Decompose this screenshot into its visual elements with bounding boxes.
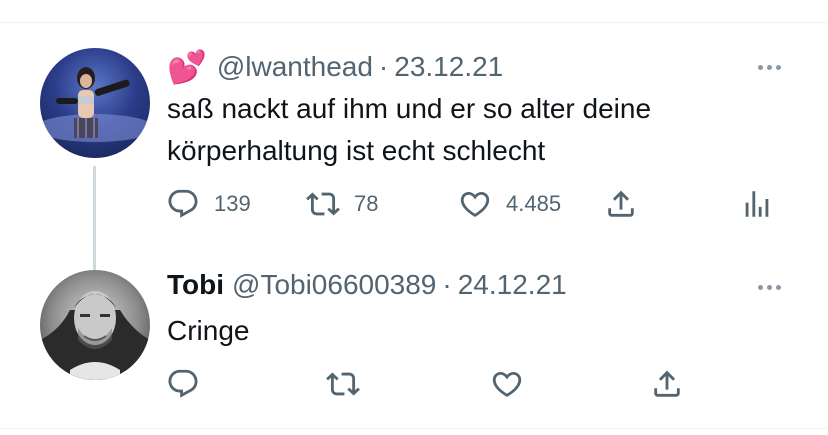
reply-icon	[166, 367, 200, 401]
reply-count: 139	[214, 191, 251, 216]
tweet-text-line: saß nackt auf ihm und er so alter deine	[167, 93, 652, 124]
handle[interactable]: @Tobi06600389	[232, 269, 436, 301]
dot-icon	[757, 64, 763, 70]
tweet-date[interactable]: 23.12.21	[394, 51, 503, 83]
tweet[interactable]: 💕 @lwanthead · 23.12.21 saß nackt auf ih…	[0, 40, 828, 300]
retweet-button[interactable]	[326, 367, 360, 401]
tweet-date[interactable]: 24.12.21	[458, 269, 567, 301]
tweet-header: Tobi @Tobi06600389 · 24.12.21	[167, 268, 567, 302]
share-icon	[604, 187, 638, 221]
heart-icon	[490, 367, 524, 401]
tweet-actions: 139 78 4.485	[160, 184, 800, 224]
avatar[interactable]	[40, 270, 150, 380]
tweet-text: saß nackt auf ihm und er so alter deine …	[167, 88, 767, 172]
retweet-icon	[306, 187, 340, 221]
share-button[interactable]	[650, 367, 684, 401]
dot-icon	[766, 284, 772, 290]
like-button[interactable]	[490, 367, 524, 401]
share-icon	[650, 367, 684, 401]
more-options-icon[interactable]	[754, 62, 784, 72]
like-count: 4.485	[506, 191, 562, 216]
avatar[interactable]	[40, 48, 150, 158]
top-divider	[0, 22, 828, 23]
reply-icon	[166, 187, 200, 221]
dot-icon	[757, 284, 763, 290]
more-options-icon[interactable]	[754, 282, 784, 292]
tweet-text-line: körperhaltung ist echt schlecht	[167, 135, 546, 166]
like-button[interactable]: 4.485	[458, 187, 561, 221]
share-button[interactable]	[604, 187, 638, 221]
reply-button[interactable]: 139	[166, 187, 251, 221]
tweet-actions	[160, 364, 800, 404]
heart-icon	[458, 187, 492, 221]
analytics-button[interactable]	[740, 187, 774, 221]
tweet-header: 💕 @lwanthead · 23.12.21	[167, 48, 503, 86]
dot-icon	[766, 64, 772, 70]
separator-dot: ·	[442, 269, 452, 300]
separator-dot: ·	[378, 51, 389, 82]
dot-icon	[775, 64, 781, 70]
bottom-divider	[0, 428, 828, 429]
display-name[interactable]: Tobi	[167, 269, 224, 301]
retweet-button[interactable]: 78	[306, 187, 378, 221]
tweet-text: Cringe	[167, 315, 250, 346]
analytics-icon	[740, 187, 774, 221]
retweet-icon	[326, 367, 360, 401]
handle[interactable]: @lwanthead	[217, 51, 373, 83]
dot-icon	[775, 284, 781, 290]
retweet-count: 78	[354, 191, 379, 216]
tweet[interactable]: Tobi @Tobi06600389 · 24.12.21 Cringe	[0, 262, 828, 422]
display-name-emoji[interactable]: 💕	[167, 48, 207, 86]
reply-button[interactable]	[166, 367, 200, 401]
